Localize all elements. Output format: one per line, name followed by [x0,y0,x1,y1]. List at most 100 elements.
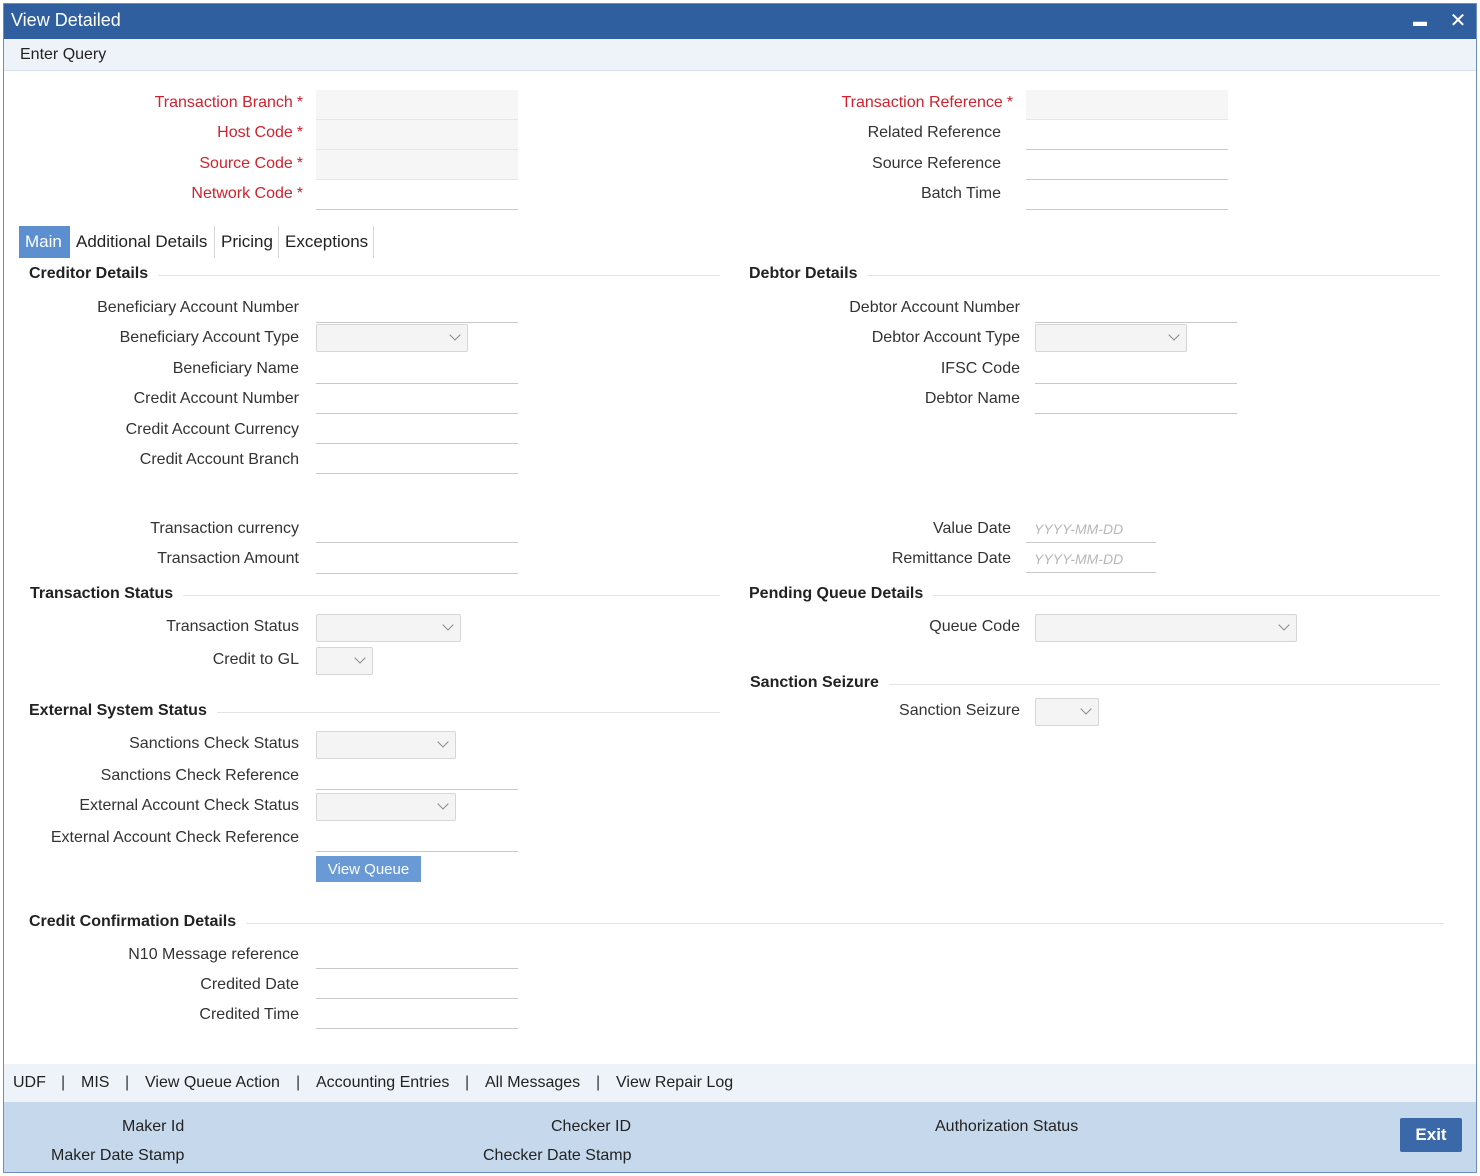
debtor-account-type-select[interactable] [1035,324,1187,352]
authorization-status-label: Authorization Status [935,1118,1079,1135]
footer-separator: | [465,1074,470,1091]
maker-date-stamp-label: Maker Date Stamp [51,1147,185,1164]
tab-additional-details[interactable]: Additional Details [70,226,215,258]
external-account-check-reference-label: External Account Check Reference [50,829,299,846]
minimize-icon[interactable]: ▬ [1408,8,1432,34]
remittance-date-field[interactable]: YYYY-MM-DD [1026,545,1156,573]
tab-exceptions[interactable]: Exceptions [279,226,374,258]
credited-date-label: Credited Date [200,976,299,993]
beneficiary-account-number-field[interactable] [316,293,518,323]
beneficiary-name-field[interactable] [316,354,518,384]
remittance-date-label: Remittance Date [891,550,1011,567]
creditor-details-heading: Creditor Details [29,265,159,283]
debtor-name-field[interactable] [1035,384,1237,414]
udf-link[interactable]: UDF [13,1074,46,1092]
n10-message-reference-field[interactable] [316,939,518,969]
chevron-down-icon [1080,703,1092,715]
view-queue-action-link[interactable]: View Queue Action [145,1074,280,1092]
checker-date-stamp-label: Checker Date Stamp [483,1147,632,1164]
enter-query-menu[interactable]: Enter Query [20,46,106,64]
queue-code-label: Queue Code [929,618,1020,635]
credit-account-number-field[interactable] [316,384,518,414]
chevron-down-icon [442,619,454,631]
ifsc-code-field[interactable] [1035,354,1237,384]
value-date-field[interactable]: YYYY-MM-DD [1026,515,1156,543]
footer-separator: | [296,1074,301,1091]
all-messages-link[interactable]: All Messages [485,1074,580,1092]
chevron-down-icon [1168,329,1180,341]
menu-bar: Enter Query [4,39,1476,71]
credit-to-gl-label: Credit to GL [212,651,299,668]
external-account-check-status-label: External Account Check Status [79,797,299,814]
credited-time-field[interactable] [316,999,518,1029]
sanctions-check-status-select[interactable] [316,731,456,759]
window-title: View Detailed [11,10,121,30]
view-queue-button[interactable]: View Queue [316,856,421,882]
beneficiary-name-label: Beneficiary Name [172,360,299,377]
related-reference-label: Related Reference [867,124,1001,141]
external-account-check-status-select[interactable] [316,793,456,821]
credit-account-branch-field[interactable] [316,444,518,474]
host-code-field[interactable] [316,120,518,150]
source-reference-label: Source Reference [872,155,1001,172]
transaction-amount-field[interactable] [316,544,518,574]
transaction-amount-label: Transaction Amount [157,550,299,567]
credit-account-number-label: Credit Account Number [133,390,299,407]
source-reference-field[interactable] [1026,150,1228,180]
transaction-reference-field[interactable] [1026,90,1228,120]
credit-account-currency-label: Credit Account Currency [125,421,299,438]
footer-separator: | [596,1074,601,1091]
credit-account-branch-label: Credit Account Branch [139,451,299,468]
value-date-label: Value Date [933,520,1011,537]
close-icon[interactable]: ✕ [1446,8,1470,34]
checker-id-label: Checker ID [551,1118,632,1135]
external-account-check-reference-field[interactable] [316,822,518,852]
external-system-status-heading: External System Status [29,702,217,720]
credited-time-label: Credited Time [199,1006,299,1023]
transaction-currency-field[interactable] [316,513,518,543]
sanctions-check-reference-field[interactable] [316,760,518,790]
related-reference-field[interactable] [1026,120,1228,150]
debtor-account-type-label: Debtor Account Type [871,329,1020,346]
source-code-field[interactable] [316,150,518,180]
queue-code-select[interactable] [1035,614,1297,642]
chevron-down-icon [449,329,461,341]
tab-main[interactable]: Main [19,226,70,258]
view-repair-log-link[interactable]: View Repair Log [616,1074,733,1092]
transaction-status-heading: Transaction Status [30,585,184,603]
credit-confirmation-heading: Credit Confirmation Details [29,913,247,931]
audit-bar: Maker Id Maker Date Stamp Checker ID Che… [4,1102,1476,1172]
beneficiary-account-number-label: Beneficiary Account Number [97,299,299,316]
sanctions-check-reference-label: Sanctions Check Reference [100,767,299,784]
source-code-label: Source Code * [199,155,303,172]
debtor-name-label: Debtor Name [924,390,1020,407]
debtor-account-number-label: Debtor Account Number [849,299,1020,316]
transaction-branch-field[interactable] [316,90,518,120]
sanction-seizure-select[interactable] [1035,698,1099,726]
transaction-reference-label: Transaction Reference * [841,94,1014,111]
batch-time-label: Batch Time [920,185,1001,202]
chevron-down-icon [437,798,449,810]
view-detailed-window: View Detailed ▬ ✕ Enter Query Transactio… [3,3,1477,1173]
chevron-down-icon [437,736,449,748]
host-code-label: Host Code * [217,124,303,141]
accounting-entries-link[interactable]: Accounting Entries [316,1074,449,1092]
credited-date-field[interactable] [316,969,518,999]
n10-message-reference-label: N10 Message reference [128,946,299,963]
batch-time-field[interactable] [1026,180,1228,210]
credit-account-currency-field[interactable] [316,414,518,444]
credit-to-gl-select[interactable] [316,647,373,675]
tab-pricing[interactable]: Pricing [215,226,279,258]
transaction-currency-label: Transaction currency [150,520,299,537]
transaction-status-select[interactable] [316,614,461,642]
debtor-account-number-field[interactable] [1035,293,1237,323]
beneficiary-account-type-select[interactable] [316,324,468,352]
debtor-details-heading: Debtor Details [749,265,868,283]
exit-button[interactable]: Exit [1400,1118,1462,1152]
sanction-seizure-heading: Sanction Seizure [750,674,889,692]
network-code-field[interactable] [316,180,518,210]
footer-links-bar: UDF | MIS | View Queue Action | Accounti… [4,1064,1476,1102]
mis-link[interactable]: MIS [81,1074,109,1092]
footer-separator: | [125,1074,130,1091]
footer-separator: | [61,1074,66,1091]
